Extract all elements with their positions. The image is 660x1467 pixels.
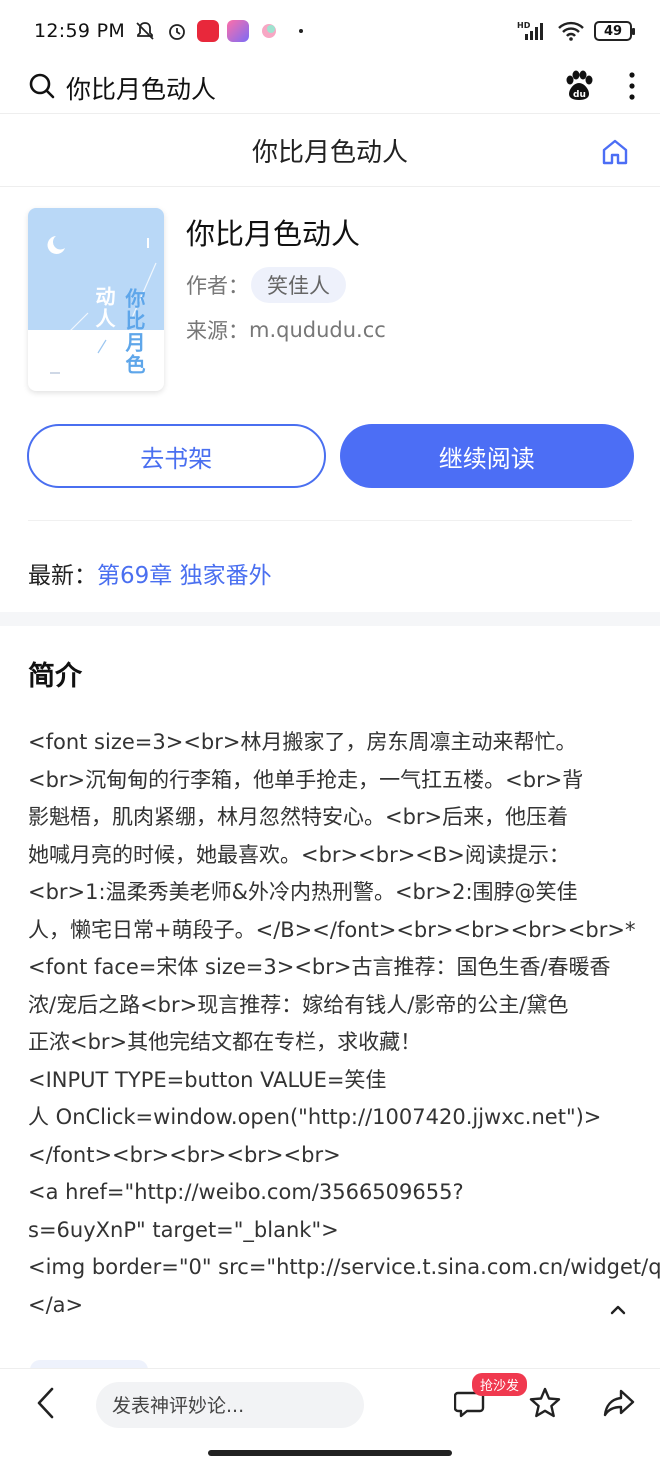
signal-icon: HD <box>516 19 548 43</box>
home-indicator[interactable] <box>208 1450 452 1456</box>
add-to-shelf-button[interactable]: 去书架 <box>27 424 326 488</box>
home-icon[interactable] <box>600 137 630 171</box>
collapse-chevron-up-icon[interactable] <box>606 1302 630 1322</box>
search-icon[interactable] <box>28 72 56 104</box>
latest-label: 最新： <box>28 563 97 589</box>
book-info: 你比月色 动人 你比月色动人 作者： 笑佳人 来源： m.qududu.cc <box>28 208 632 393</box>
svg-text:du: du <box>573 90 586 100</box>
status-bar: 12:59 PM HD 49 <box>0 0 660 62</box>
share-icon[interactable] <box>602 1388 636 1422</box>
color-dot-icon <box>257 19 281 43</box>
game-app-icon <box>227 20 250 42</box>
book-meta: 你比月色动人 作者： 笑佳人 来源： m.qududu.cc <box>186 208 386 345</box>
book-cover[interactable]: 你比月色 动人 <box>28 208 164 391</box>
status-time: 12:59 PM <box>34 20 126 42</box>
section-divider <box>0 612 660 626</box>
alarm-icon <box>165 19 189 43</box>
comment-input[interactable]: 发表神评妙论... <box>96 1381 364 1428</box>
book-title: 你比月色动人 <box>186 217 361 251</box>
divider <box>28 520 632 521</box>
battery-indicator: 49 <box>594 21 635 41</box>
intro-text: <font size=3><br>林月搬家了，房东周凛主动来帮忙。 <br>沉甸… <box>28 730 660 1317</box>
source-value: m.qududu.cc <box>249 318 386 342</box>
intro-heading: 简介 <box>28 661 82 692</box>
search-bar[interactable]: 你比月色动人 du <box>0 62 660 114</box>
search-query[interactable]: 你比月色动人 <box>66 70 216 106</box>
more-menu-icon[interactable] <box>628 71 636 105</box>
latest-chapter[interactable]: 最新：第69章 独家番外 <box>28 556 272 590</box>
mute-icon <box>133 19 157 43</box>
cover-title-left: 动人 <box>92 286 116 330</box>
action-buttons: 去书架 继续阅读 <box>27 424 634 488</box>
cover-title-right: 你比月色 <box>122 288 146 376</box>
source-label: 来源： <box>186 319 249 343</box>
continue-reading-button[interactable]: 继续阅读 <box>339 424 634 488</box>
svg-text:HD: HD <box>517 21 531 30</box>
author-label: 作者： <box>186 274 249 298</box>
wifi-icon <box>556 19 586 43</box>
sofa-badge: 抢沙发 <box>472 1372 528 1396</box>
bottom-toolbar: 发表神评妙论... 抢沙发 <box>0 1368 660 1440</box>
page-title: 你比月色动人 <box>251 138 408 168</box>
author-chip[interactable]: 笑佳人 <box>251 267 346 303</box>
author-row: 作者： 笑佳人 <box>186 267 386 303</box>
baidu-logo-icon[interactable]: du <box>564 70 594 106</box>
netease-music-icon <box>197 20 220 42</box>
more-notifications-icon <box>289 19 313 43</box>
back-icon[interactable] <box>34 1386 56 1424</box>
source-row: 来源： m.qududu.cc <box>186 315 386 345</box>
favorite-star-icon[interactable] <box>528 1386 562 1424</box>
comment-icon[interactable]: 抢沙发 <box>453 1372 528 1423</box>
latest-chapter-link[interactable]: 第69章 独家番外 <box>97 563 272 589</box>
page-header: 你比月色动人 <box>0 115 660 187</box>
